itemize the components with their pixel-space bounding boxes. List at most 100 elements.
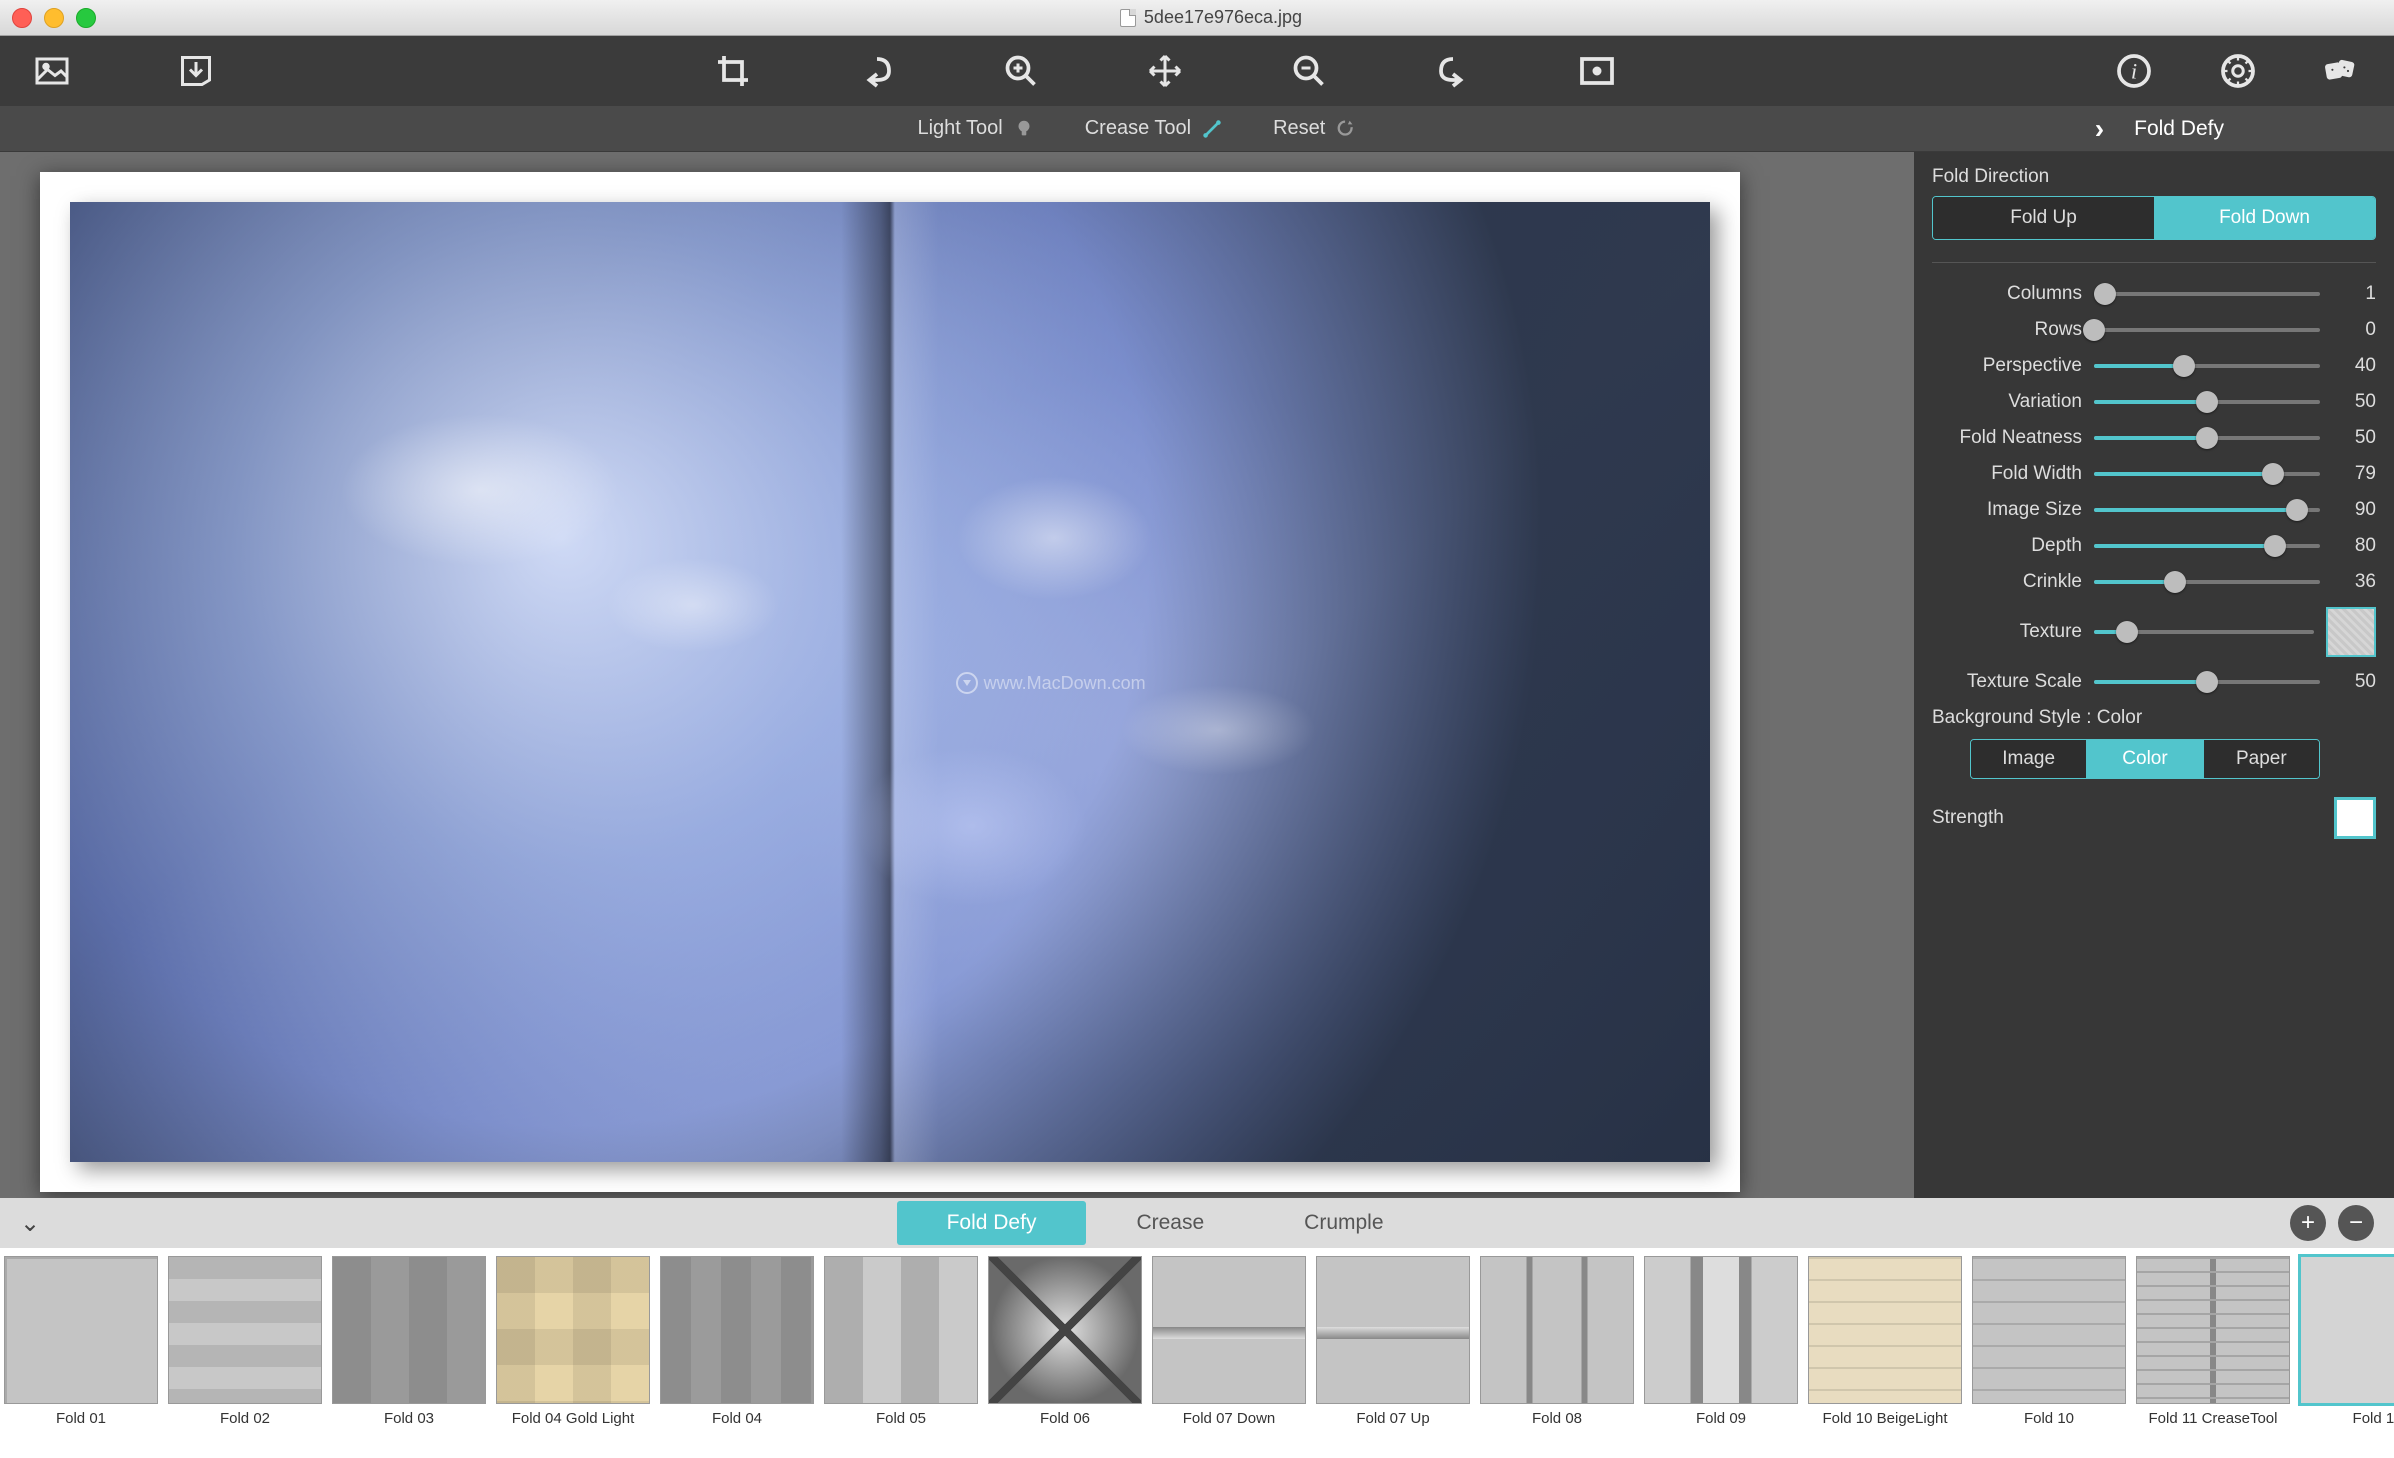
preset-fold-05[interactable]: Fold 05 bbox=[824, 1256, 978, 1440]
preset-fold-03[interactable]: Fold 03 bbox=[332, 1256, 486, 1440]
preset-zoom-in-button[interactable]: + bbox=[2290, 1205, 2326, 1241]
preset-fold-11[interactable]: Fold 11 bbox=[2300, 1256, 2394, 1440]
preset-thumbnail bbox=[1152, 1256, 1306, 1404]
slider-value: 40 bbox=[2332, 355, 2376, 377]
slider-label: Fold Width bbox=[1932, 463, 2082, 485]
background-color-swatch[interactable] bbox=[2334, 797, 2376, 839]
fold-down-option[interactable]: Fold Down bbox=[2154, 197, 2375, 239]
preset-fold-11-creasetool[interactable]: Fold 11 CreaseTool bbox=[2136, 1256, 2290, 1440]
settings-button[interactable] bbox=[2216, 49, 2260, 93]
reset-icon bbox=[1335, 118, 1357, 140]
zoom-out-button[interactable] bbox=[1287, 49, 1331, 93]
bg-color-option[interactable]: Color bbox=[2086, 740, 2202, 778]
slider-label: Texture Scale bbox=[1932, 671, 2082, 693]
slider-image-size[interactable] bbox=[2094, 508, 2320, 512]
panel-title: Fold Defy bbox=[2134, 117, 2364, 141]
light-tool-button[interactable]: Light Tool bbox=[917, 117, 1034, 140]
svg-text:i: i bbox=[2131, 59, 2137, 84]
preset-fold-06[interactable]: Fold 06 bbox=[988, 1256, 1142, 1440]
info-button[interactable]: i bbox=[2112, 49, 2156, 93]
slider-fold-neatness[interactable] bbox=[2094, 436, 2320, 440]
preset-label: Fold 07 Up bbox=[1356, 1410, 1429, 1440]
preset-fold-10[interactable]: Fold 10 bbox=[1972, 1256, 2126, 1440]
slider-variation[interactable] bbox=[2094, 400, 2320, 404]
preset-thumbnail bbox=[660, 1256, 814, 1404]
preset-thumbnail bbox=[988, 1256, 1142, 1404]
preset-fold-09[interactable]: Fold 09 bbox=[1644, 1256, 1798, 1440]
preset-fold-01[interactable]: Fold 01 bbox=[4, 1256, 158, 1440]
crease-tool-button[interactable]: Crease Tool bbox=[1085, 117, 1223, 140]
canvas-area[interactable]: www.MacDown.com bbox=[0, 152, 1914, 1198]
collapse-panel-button[interactable]: › bbox=[2095, 113, 2104, 145]
background-style-segment: Image Color Paper bbox=[1970, 739, 2320, 779]
move-button[interactable] bbox=[1143, 49, 1187, 93]
preset-fold-07-down[interactable]: Fold 07 Down bbox=[1152, 1256, 1306, 1440]
randomize-button[interactable] bbox=[2320, 49, 2364, 93]
preset-fold-04-gold-light[interactable]: Fold 04 Gold Light bbox=[496, 1256, 650, 1440]
compare-button[interactable] bbox=[1575, 49, 1619, 93]
preset-label: Fold 01 bbox=[56, 1410, 106, 1440]
slider-value: 79 bbox=[2332, 463, 2376, 485]
window-controls bbox=[12, 8, 96, 28]
slider-row-rows: Rows0 bbox=[1932, 319, 2376, 341]
properties-panel: Fold Direction Fold Up Fold Down Columns… bbox=[1914, 152, 2394, 1198]
redo-button[interactable] bbox=[1431, 49, 1475, 93]
minimize-window-button[interactable] bbox=[44, 8, 64, 28]
slider-label: Variation bbox=[1932, 391, 2082, 413]
slider-perspective[interactable] bbox=[2094, 364, 2320, 368]
fold-up-option[interactable]: Fold Up bbox=[1933, 197, 2154, 239]
strength-label: Strength bbox=[1932, 807, 2022, 829]
preset-fold-08[interactable]: Fold 08 bbox=[1480, 1256, 1634, 1440]
slider-texture[interactable] bbox=[2094, 630, 2314, 634]
fold-direction-label: Fold Direction bbox=[1932, 166, 2376, 188]
preset-label: Fold 04 Gold Light bbox=[512, 1410, 635, 1440]
crop-button[interactable] bbox=[711, 49, 755, 93]
preset-fold-02[interactable]: Fold 02 bbox=[168, 1256, 322, 1440]
filename-label: 5dee17e976eca.jpg bbox=[1144, 7, 1302, 28]
save-button[interactable] bbox=[174, 49, 218, 93]
slider-value: 90 bbox=[2332, 499, 2376, 521]
collapse-presets-button[interactable]: ⌄ bbox=[20, 1209, 40, 1238]
slider-row-perspective: Perspective40 bbox=[1932, 355, 2376, 377]
slider-value: 50 bbox=[2332, 427, 2376, 449]
slider-value: 80 bbox=[2332, 535, 2376, 557]
zoom-in-button[interactable] bbox=[999, 49, 1043, 93]
preset-label: Fold 11 bbox=[2353, 1410, 2394, 1440]
open-image-button[interactable] bbox=[30, 49, 74, 93]
preset-fold-04[interactable]: Fold 04 bbox=[660, 1256, 814, 1440]
preset-thumbnail bbox=[1644, 1256, 1798, 1404]
tab-crumple[interactable]: Crumple bbox=[1254, 1201, 1433, 1245]
preset-bar: ⌄ Fold Defy Crease Crumple + − bbox=[0, 1198, 2394, 1248]
slider-value: 1 bbox=[2332, 283, 2376, 305]
undo-button[interactable] bbox=[855, 49, 899, 93]
close-window-button[interactable] bbox=[12, 8, 32, 28]
slider-label: Rows bbox=[1932, 319, 2082, 341]
tab-crease[interactable]: Crease bbox=[1086, 1201, 1254, 1245]
slider-columns[interactable] bbox=[2094, 292, 2320, 296]
preset-fold-10-beigelight[interactable]: Fold 10 BeigeLight bbox=[1808, 1256, 1962, 1440]
bg-paper-option[interactable]: Paper bbox=[2203, 740, 2319, 778]
preset-thumbnail bbox=[1316, 1256, 1470, 1404]
slider-rows[interactable] bbox=[2094, 328, 2320, 332]
preset-thumbnail bbox=[332, 1256, 486, 1404]
preset-fold-07-up[interactable]: Fold 07 Up bbox=[1316, 1256, 1470, 1440]
watermark: www.MacDown.com bbox=[956, 672, 1146, 694]
slider-depth[interactable] bbox=[2094, 544, 2320, 548]
reset-button[interactable]: Reset bbox=[1273, 117, 1357, 140]
texture-swatch[interactable] bbox=[2326, 607, 2376, 657]
slider-fold-width[interactable] bbox=[2094, 472, 2320, 476]
slider-texture-scale[interactable] bbox=[2094, 680, 2320, 684]
window-title: 5dee17e976eca.jpg bbox=[108, 7, 2314, 28]
separator bbox=[1932, 262, 2376, 263]
preset-label: Fold 05 bbox=[876, 1410, 926, 1440]
slider-label: Crinkle bbox=[1932, 571, 2082, 593]
light-tool-label: Light Tool bbox=[917, 117, 1002, 140]
tab-fold-defy[interactable]: Fold Defy bbox=[897, 1201, 1087, 1245]
bg-image-option[interactable]: Image bbox=[1971, 740, 2086, 778]
preset-thumbnail bbox=[1808, 1256, 1962, 1404]
preset-thumbnail bbox=[496, 1256, 650, 1404]
preset-zoom-out-button[interactable]: − bbox=[2338, 1205, 2374, 1241]
fullscreen-window-button[interactable] bbox=[76, 8, 96, 28]
slider-crinkle[interactable] bbox=[2094, 580, 2320, 584]
preset-label: Fold 08 bbox=[1532, 1410, 1582, 1440]
